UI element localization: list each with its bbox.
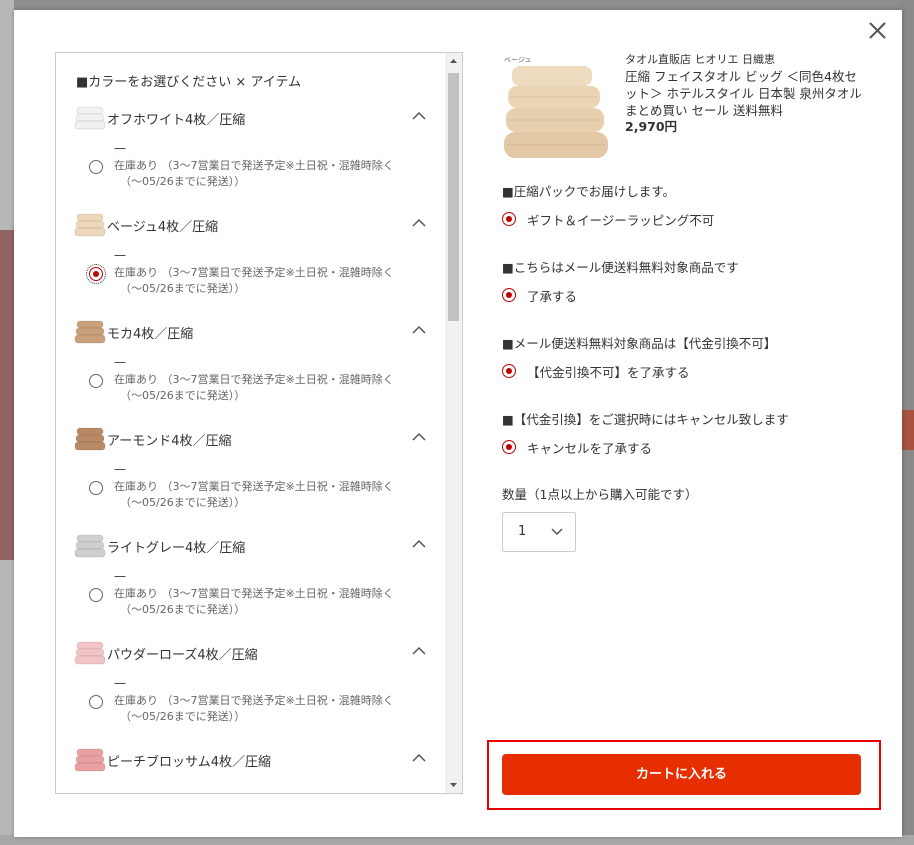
option-question: ■圧縮パックでお届けします。: [502, 184, 676, 199]
product-name: 圧縮 フェイスタオル ビッグ ＜同色4枚セット＞ ホテルスタイル 日本製 泉州タ…: [625, 69, 862, 118]
quantity-value: 1: [518, 524, 527, 539]
chevron-up-icon[interactable]: [412, 646, 426, 656]
add-to-cart-button[interactable]: カートに入れる: [502, 754, 861, 795]
product-image-label: ベージュ: [504, 56, 531, 64]
color-item-list: ■カラーをお選びください × アイテム オフホワイト4枚／圧縮 — 在庫あり （…: [56, 53, 446, 793]
ship-date-line: （～05/26までに発送））: [120, 389, 246, 402]
stock-status: 在庫あり （3～7営業日で発送予定※土日祝・混雑時除く （～05/26までに発送…: [114, 372, 414, 404]
chevron-up-icon[interactable]: [412, 111, 426, 121]
stock-status-line: 在庫あり （3～7営業日で発送予定※土日祝・混雑時除く: [114, 266, 394, 279]
color-item-header[interactable]: オフホワイト4枚／圧縮: [74, 101, 434, 135]
chevron-up-icon[interactable]: [412, 325, 426, 335]
color-item-name: オフホワイト4枚／圧縮: [107, 113, 246, 128]
stock-radio[interactable]: [86, 264, 106, 284]
chevron-down-icon: [551, 528, 563, 536]
chevron-up-icon[interactable]: [412, 539, 426, 549]
stock-status-line: 在庫あり （3～7営業日で発送予定※土日祝・混雑時除く: [114, 694, 394, 707]
background-banner-left: [0, 230, 14, 560]
color-item: ピーチブロッサム4枚／圧縮: [56, 743, 446, 793]
stock-status-line: 在庫あり （3～7営業日で発送予定※土日祝・混雑時除く: [114, 587, 394, 600]
color-item: ライトグレー4枚／圧縮 — 在庫あり （3～7営業日で発送予定※土日祝・混雑時除…: [56, 529, 446, 636]
stock-status: 在庫あり （3～7営業日で発送予定※土日祝・混雑時除く （～05/26までに発送…: [114, 265, 414, 297]
towel-thumbnail: [74, 748, 106, 772]
ship-date-line: （～05/26までに発送））: [120, 603, 246, 616]
stock-status-line: 在庫あり （3～7営業日で発送予定※土日祝・混雑時除く: [114, 373, 394, 386]
scroll-up-arrow-icon[interactable]: [445, 53, 462, 70]
color-item-name: パウダーローズ4枚／圧縮: [107, 648, 258, 663]
option-radio[interactable]: [502, 288, 516, 302]
stock-status-line: 在庫あり （3～7営業日で発送予定※土日祝・混雑時除く: [114, 480, 394, 493]
towel-thumbnail: [74, 641, 106, 665]
option-question: ■メール便送料無料対象商品は【代金引換不可】: [502, 336, 777, 351]
quantity-label: 数量（1点以上から購入可能です）: [502, 487, 698, 502]
towel-thumbnail: [74, 534, 106, 558]
option-radio[interactable]: [502, 212, 516, 226]
color-item-name: モカ4枚／圧縮: [107, 327, 194, 342]
scroll-down-arrow-icon[interactable]: [445, 776, 462, 793]
variant-dash: —: [114, 676, 126, 690]
color-item: オフホワイト4枚／圧縮 — 在庫あり （3～7営業日で発送予定※土日祝・混雑時除…: [56, 101, 446, 208]
option-radio[interactable]: [502, 364, 516, 378]
option-question: ■こちらはメール便送料無料対象商品です: [502, 260, 739, 275]
background-banner-right: [900, 410, 914, 450]
color-item-header[interactable]: ライトグレー4枚／圧縮: [74, 529, 434, 563]
stock-status: 在庫あり （3～7営業日で発送予定※土日祝・混雑時除く （～05/26までに発送…: [114, 586, 414, 618]
quantity-select[interactable]: 1: [502, 512, 576, 552]
option-radio[interactable]: [502, 440, 516, 454]
section-title: ■カラーをお選びください × アイテム: [76, 75, 302, 90]
option-question: ■【代金引換】をご選択時にはキャンセル致します: [502, 412, 789, 427]
color-item-header[interactable]: ベージュ4枚／圧縮: [74, 208, 434, 242]
towel-thumbnail: [74, 320, 106, 344]
ship-date-line: （～05/26までに発送））: [120, 496, 246, 509]
product-image: ベージュ: [502, 52, 612, 162]
chevron-up-icon[interactable]: [412, 218, 426, 228]
stock-radio[interactable]: [89, 588, 103, 602]
color-item-header[interactable]: ピーチブロッサム4枚／圧縮: [74, 743, 434, 777]
color-item-name: ベージュ4枚／圧縮: [107, 220, 219, 235]
stock-radio[interactable]: [89, 160, 103, 174]
option-answer[interactable]: 【代金引換不可】を了承する: [527, 362, 690, 381]
towel-thumbnail: [74, 427, 106, 451]
ship-date-line: （～05/26までに発送））: [120, 710, 246, 723]
chevron-up-icon[interactable]: [412, 432, 426, 442]
shop-name[interactable]: タオル直販店 ヒオリエ 日織恵: [625, 51, 775, 67]
stock-status: 在庫あり （3～7営業日で発送予定※土日祝・混雑時除く （～05/26までに発送…: [114, 479, 414, 511]
product-price: 2,970円: [625, 119, 678, 134]
option-answer[interactable]: キャンセルを了承する: [527, 438, 652, 457]
scrollbar[interactable]: [445, 53, 462, 793]
color-item: モカ4枚／圧縮 — 在庫あり （3～7営業日で発送予定※土日祝・混雑時除く （～…: [56, 315, 446, 422]
variant-dash: —: [114, 462, 126, 476]
close-icon[interactable]: [867, 20, 889, 42]
stock-radio[interactable]: [89, 481, 103, 495]
color-item-header[interactable]: アーモンド4枚／圧縮: [74, 422, 434, 456]
color-item: ベージュ4枚／圧縮 — 在庫あり （3～7営業日で発送予定※土日祝・混雑時除く …: [56, 208, 446, 315]
chevron-up-icon[interactable]: [412, 753, 426, 763]
ship-date-line: （～05/26までに発送））: [120, 282, 246, 295]
variant-dash: —: [114, 355, 126, 369]
option-answer[interactable]: ギフト＆イージーラッピング不可: [527, 210, 714, 229]
color-item-header[interactable]: パウダーローズ4枚／圧縮: [74, 636, 434, 670]
scrollbar-thumb[interactable]: [448, 73, 459, 321]
stock-status: 在庫あり （3～7営業日で発送予定※土日祝・混雑時除く （～05/26までに発送…: [114, 158, 414, 190]
option-answer[interactable]: 了承する: [527, 286, 577, 305]
color-item-list-panel: ■カラーをお選びください × アイテム オフホワイト4枚／圧縮 — 在庫あり （…: [55, 52, 463, 794]
stock-radio[interactable]: [89, 695, 103, 709]
stock-radio[interactable]: [89, 374, 103, 388]
color-item: アーモンド4枚／圧縮 — 在庫あり （3～7営業日で発送予定※土日祝・混雑時除く…: [56, 422, 446, 529]
variant-dash: —: [114, 569, 126, 583]
variant-dash: —: [114, 141, 126, 155]
variant-dash: —: [114, 248, 126, 262]
color-item-name: ライトグレー4枚／圧縮: [107, 541, 246, 556]
color-item-name: アーモンド4枚／圧縮: [107, 434, 232, 449]
towel-thumbnail: [74, 213, 106, 237]
stock-status-line: 在庫あり （3～7営業日で発送予定※土日祝・混雑時除く: [114, 159, 394, 172]
stock-status: 在庫あり （3～7営業日で発送予定※土日祝・混雑時除く （～05/26までに発送…: [114, 693, 414, 725]
color-item-header[interactable]: モカ4枚／圧縮: [74, 315, 434, 349]
towel-thumbnail: [74, 106, 106, 130]
ship-date-line: （～05/26までに発送））: [120, 175, 246, 188]
color-item: パウダーローズ4枚／圧縮 — 在庫あり （3～7営業日で発送予定※土日祝・混雑時…: [56, 636, 446, 743]
color-item-name: ピーチブロッサム4枚／圧縮: [107, 755, 272, 770]
